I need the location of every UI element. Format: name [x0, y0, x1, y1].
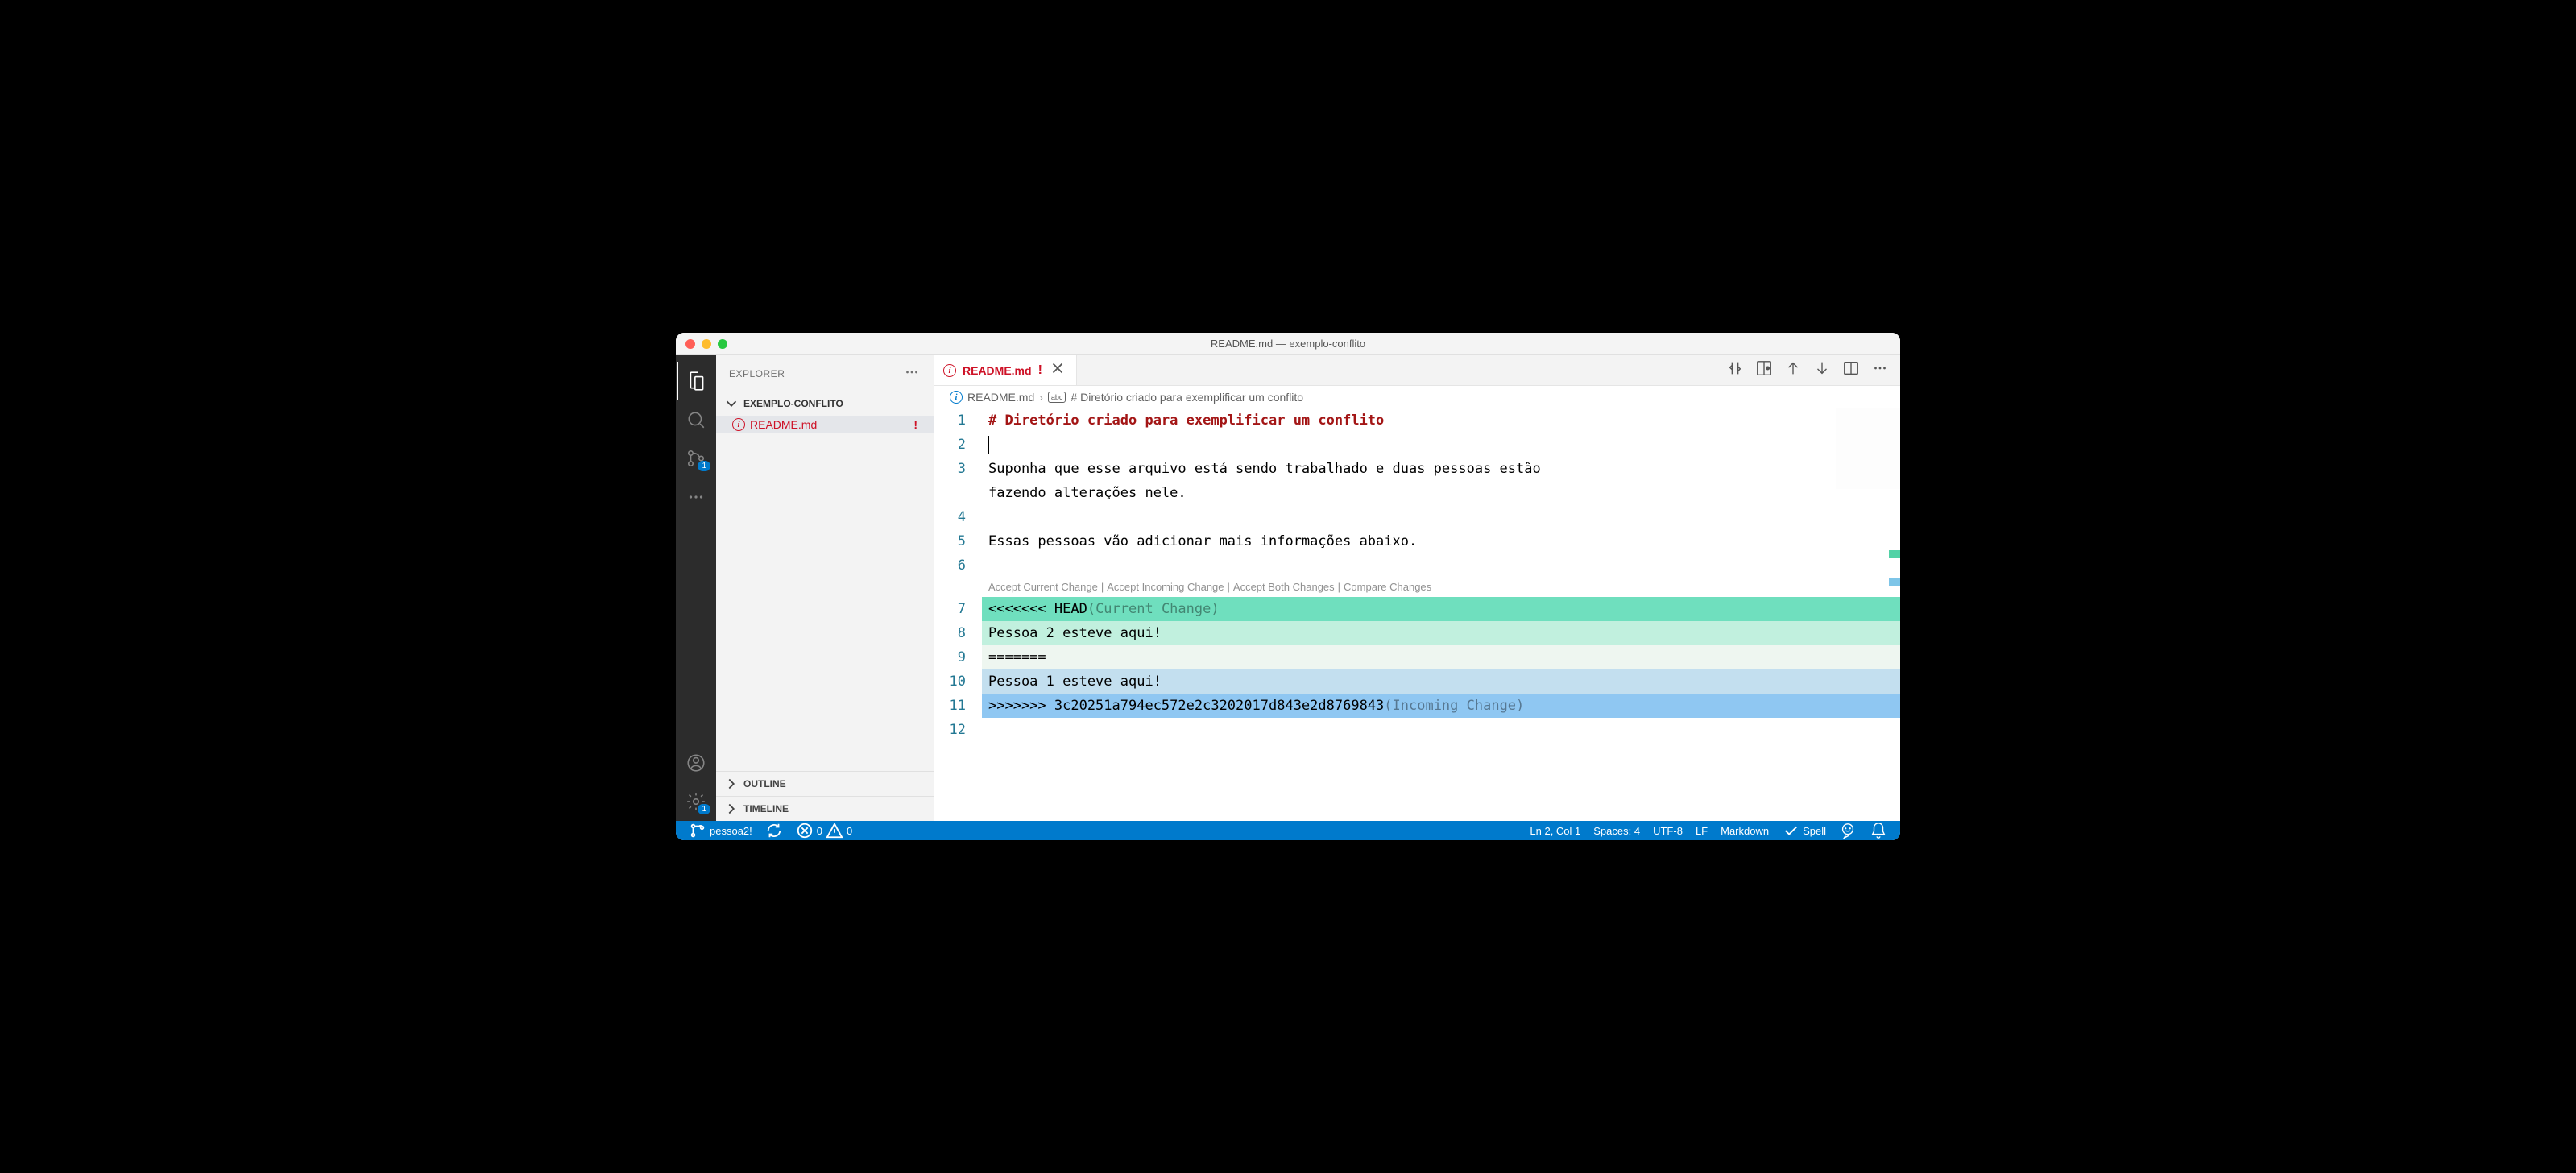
folder-name: EXEMPLO-CONFLITO: [743, 398, 843, 409]
notifications-icon[interactable]: [1863, 822, 1894, 839]
accept-both-link[interactable]: Accept Both Changes: [1233, 575, 1335, 599]
conflict-head-marker: <<<<<<< HEAD: [988, 597, 1087, 621]
maximize-window-button[interactable]: [718, 339, 727, 349]
vscode-window: README.md — exemplo-conflito 1 1: [676, 333, 1900, 840]
file-row[interactable]: i README.md !: [716, 416, 934, 433]
problems-status[interactable]: 0 0: [789, 822, 859, 839]
breadcrumb-file: README.md: [967, 391, 1034, 404]
traffic-lights: [685, 339, 727, 349]
tab-conflict-marker: !: [1038, 363, 1042, 378]
outline-section[interactable]: OUTLINE: [716, 771, 934, 796]
overview-ruler-current: [1889, 550, 1900, 558]
tab-readme[interactable]: i README.md !: [934, 355, 1077, 385]
git-branch-icon: [689, 822, 706, 839]
conflict-marker: !: [913, 418, 917, 431]
sidebar: EXPLORER EXEMPLO-CONFLITO i README.md ! …: [716, 355, 934, 821]
chevron-right-icon: [723, 775, 740, 793]
text-line: fazendo alterações nele.: [988, 481, 1187, 505]
compare-changes-icon[interactable]: [1726, 359, 1744, 381]
warning-icon: [826, 822, 843, 839]
eol-status[interactable]: LF: [1689, 825, 1714, 837]
settings-icon[interactable]: 1: [677, 782, 715, 821]
incoming-change-annotation: (Incoming Change): [1384, 694, 1524, 718]
sync-status[interactable]: [759, 822, 789, 839]
merge-codelens: Accept Current Change| Accept Incoming C…: [982, 578, 1900, 597]
sidebar-header: EXPLORER: [716, 355, 934, 392]
minimize-window-button[interactable]: [702, 339, 711, 349]
text-line: Essas pessoas vão adicionar mais informa…: [988, 529, 1417, 553]
status-bar: pessoa2! 0 0 Ln 2, Col 1 Spaces: 4 UTF-8…: [676, 821, 1900, 840]
breadcrumb[interactable]: i README.md › abc # Diretório criado par…: [934, 386, 1900, 408]
titlebar: README.md — exemplo-conflito: [676, 333, 1900, 355]
tab-actions: [1726, 359, 1900, 381]
chevron-right-icon: ›: [1039, 391, 1043, 404]
info-icon: i: [943, 364, 956, 377]
folder-header[interactable]: EXEMPLO-CONFLITO: [716, 392, 934, 416]
tab-name: README.md: [963, 364, 1032, 377]
info-icon: i: [950, 391, 963, 404]
sidebar-title: EXPLORER: [729, 368, 785, 379]
overview-ruler-incoming: [1889, 578, 1900, 586]
compare-changes-link[interactable]: Compare Changes: [1344, 575, 1431, 599]
more-actions-icon[interactable]: [1871, 359, 1889, 381]
info-icon: i: [732, 418, 745, 431]
text-line: Suponha que esse arquivo está sendo trab…: [988, 457, 1541, 481]
scm-badge: 1: [698, 461, 710, 471]
minimap[interactable]: [1836, 408, 1900, 489]
arrow-down-icon[interactable]: [1813, 359, 1831, 381]
conflict-tail-marker: >>>>>>> 3c20251a794ec572e2c3202017d843e2…: [988, 694, 1384, 718]
encoding-status[interactable]: UTF-8: [1646, 825, 1689, 837]
more-icon[interactable]: [677, 478, 715, 516]
open-preview-icon[interactable]: [1755, 359, 1773, 381]
activity-bar: 1 1: [676, 355, 716, 821]
current-change-annotation: (Current Change): [1087, 597, 1220, 621]
search-icon[interactable]: [677, 400, 715, 439]
heading-line: # Diretório criado para exemplificar um …: [988, 408, 1384, 433]
arrow-up-icon[interactable]: [1784, 359, 1802, 381]
check-icon: [1782, 822, 1799, 839]
close-window-button[interactable]: [685, 339, 695, 349]
tab-bar: i README.md !: [934, 355, 1900, 386]
error-icon: [796, 822, 814, 839]
accept-current-link[interactable]: Accept Current Change: [988, 575, 1098, 599]
chevron-right-icon: [723, 800, 740, 818]
editor-area: i README.md ! i READM: [934, 355, 1900, 821]
spell-status[interactable]: Spell: [1775, 822, 1833, 839]
accounts-icon[interactable]: [677, 744, 715, 782]
sidebar-more-icon[interactable]: [903, 363, 921, 383]
window-title: README.md — exemplo-conflito: [1211, 338, 1365, 350]
line-gutter: 1 2 3 4 5 6 7 8 9 10 11 12: [934, 408, 982, 821]
symbol-icon: abc: [1048, 392, 1066, 403]
branch-status[interactable]: pessoa2!: [682, 822, 759, 839]
timeline-section[interactable]: TIMELINE: [716, 796, 934, 821]
breadcrumb-symbol: # Diretório criado para exemplificar um …: [1071, 391, 1303, 404]
split-editor-icon[interactable]: [1842, 359, 1860, 381]
chevron-down-icon: [723, 395, 740, 412]
accept-incoming-link[interactable]: Accept Incoming Change: [1107, 575, 1224, 599]
language-mode[interactable]: Markdown: [1714, 825, 1775, 837]
file-name: README.md: [750, 418, 909, 431]
sync-icon: [765, 822, 783, 839]
indentation-status[interactable]: Spaces: 4: [1587, 825, 1646, 837]
code-content[interactable]: # Diretório criado para exemplificar um …: [982, 408, 1900, 821]
conflict-separator: =======: [988, 645, 1046, 669]
close-tab-icon[interactable]: [1049, 359, 1066, 381]
editor[interactable]: 1 2 3 4 5 6 7 8 9 10 11 12 # Diretório c: [934, 408, 1900, 821]
feedback-icon[interactable]: [1833, 822, 1863, 839]
source-control-icon[interactable]: 1: [677, 439, 715, 478]
settings-badge: 1: [698, 804, 710, 814]
incoming-change-line: Pessoa 1 esteve aqui!: [988, 669, 1162, 694]
cursor-position[interactable]: Ln 2, Col 1: [1523, 825, 1587, 837]
explorer-icon[interactable]: [677, 362, 715, 400]
text-cursor: [988, 436, 989, 454]
current-change-line: Pessoa 2 esteve aqui!: [988, 621, 1162, 645]
